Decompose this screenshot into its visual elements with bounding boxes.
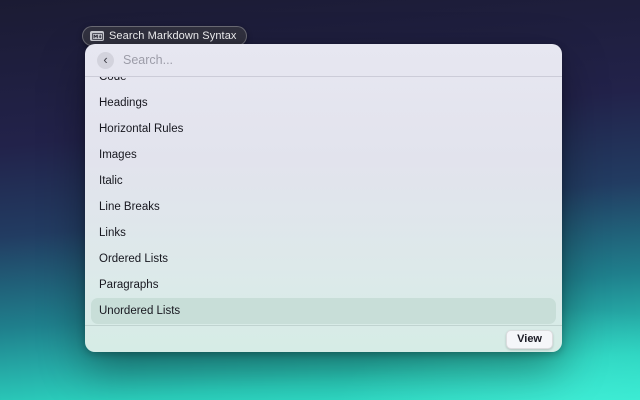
list-item[interactable]: Line Breaks [91,194,556,220]
tooltip-label: Search Markdown Syntax [109,30,237,42]
search-bar: ‹ [85,44,562,77]
list-item[interactable]: Images [91,142,556,168]
command-tooltip: Search Markdown Syntax [82,26,247,46]
back-button[interactable]: ‹ [97,52,114,69]
list-item-label: Links [99,227,126,239]
search-input[interactable] [123,53,550,67]
list-item[interactable]: Paragraphs [91,272,556,298]
list-item[interactable]: Code [91,77,556,90]
list-item-label: Italic [99,175,123,187]
list-item-label: Horizontal Rules [99,123,183,135]
list-item-label: Code [99,77,127,83]
panel-footer: View [85,325,562,352]
list-item[interactable]: Italic [91,168,556,194]
list-item-label: Ordered Lists [99,253,168,265]
list-item[interactable]: Unordered Lists [91,298,556,324]
list-item[interactable]: Horizontal Rules [91,116,556,142]
markdown-icon [90,31,104,41]
view-button[interactable]: View [506,330,553,349]
search-markdown-panel: ‹ Code Headings Horizontal Rules Images … [85,44,562,352]
list-item[interactable]: Ordered Lists [91,246,556,272]
list-item-label: Images [99,149,137,161]
list-item-label: Headings [99,97,148,109]
list-item[interactable]: Links [91,220,556,246]
list-item-label: Paragraphs [99,279,158,291]
list-item[interactable]: Headings [91,90,556,116]
list-item-label: Line Breaks [99,201,160,213]
list-item-label: Unordered Lists [99,305,180,317]
chevron-left-icon: ‹ [103,53,107,66]
syntax-list: Code Headings Horizontal Rules Images It… [85,77,562,325]
